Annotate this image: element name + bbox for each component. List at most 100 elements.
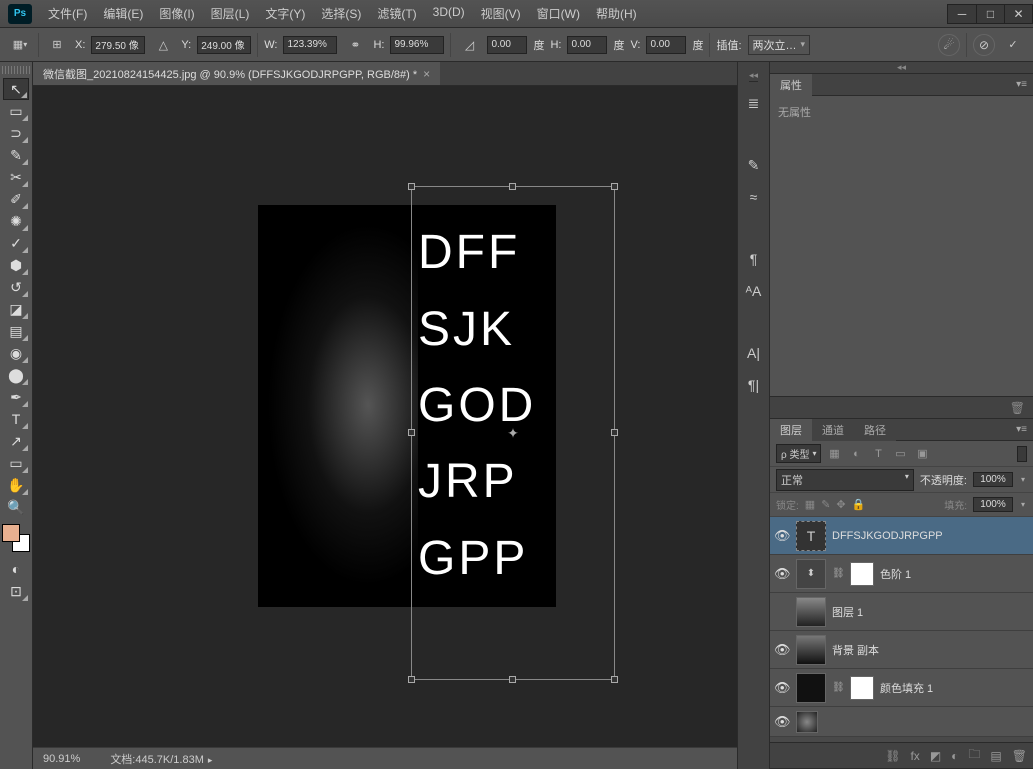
paragraph-icon[interactable]: ¶: [743, 248, 765, 270]
quick-select-tool[interactable]: ✎: [3, 144, 29, 166]
handle-bottom-right[interactable]: [611, 676, 618, 683]
panel-menu-icon[interactable]: ▾≡: [1010, 79, 1033, 90]
visibility-icon[interactable]: 👁: [774, 566, 790, 582]
menu-3d[interactable]: 3D(D): [425, 1, 473, 26]
marquee-tool[interactable]: ▭: [3, 100, 29, 122]
layer-thumbnail[interactable]: [796, 711, 818, 733]
adjustments-icon[interactable]: ≣: [743, 92, 765, 114]
color-swatches[interactable]: [2, 524, 30, 552]
layer-mask-thumbnail[interactable]: [850, 562, 874, 586]
blur-tool[interactable]: ◉: [3, 342, 29, 364]
layer-thumbnail[interactable]: T: [796, 521, 826, 551]
healing-tool[interactable]: ✺: [3, 210, 29, 232]
layer-name[interactable]: 色阶 1: [880, 566, 911, 582]
layer-row[interactable]: 👁 背景 副本: [770, 631, 1033, 669]
visibility-icon[interactable]: 👁: [774, 528, 790, 544]
gradient-tool[interactable]: ▤: [3, 320, 29, 342]
lock-all-icon[interactable]: 🔒: [852, 498, 866, 511]
filter-smart-icon[interactable]: ▣: [913, 445, 931, 463]
swap-xy-icon[interactable]: △: [151, 33, 175, 57]
eyedropper-tool[interactable]: ✐: [3, 188, 29, 210]
properties-tab[interactable]: 属性: [770, 74, 812, 96]
dock-collapse[interactable]: ◂◂: [749, 70, 758, 82]
lock-position-icon[interactable]: ✥: [836, 498, 845, 511]
delete-layer-icon[interactable]: 🗑: [1012, 749, 1027, 763]
skew-h-input[interactable]: [567, 36, 607, 54]
fx-icon[interactable]: fx: [910, 749, 919, 763]
handle-mid-left[interactable]: [408, 429, 415, 436]
eraser-tool[interactable]: ◪: [3, 298, 29, 320]
opacity-input[interactable]: 100%: [973, 472, 1013, 487]
layer-row[interactable]: 👁 T DFFSJKGODJRPGPP: [770, 517, 1033, 555]
interp-dropdown[interactable]: 两次立…: [748, 35, 811, 55]
new-layer-icon[interactable]: ▤: [990, 749, 1001, 763]
transform-bounding-box[interactable]: ✦: [411, 186, 615, 680]
cancel-transform-button[interactable]: ⊘: [973, 34, 995, 56]
fill-input[interactable]: 100%: [973, 497, 1013, 512]
panels-collapse[interactable]: ◂◂: [770, 62, 1033, 74]
toolbar-grip[interactable]: [2, 66, 30, 74]
layer-thumbnail[interactable]: [796, 597, 826, 627]
type-tool[interactable]: T: [3, 408, 29, 430]
new-adjustment-icon[interactable]: ◐: [951, 749, 958, 763]
handle-bottom-mid[interactable]: [509, 676, 516, 683]
document-tab[interactable]: 微信截图_20210824154425.jpg @ 90.9% (DFFSJKG…: [33, 62, 440, 85]
para-styles-icon[interactable]: ¶|: [743, 374, 765, 396]
dodge-tool[interactable]: ⬤: [3, 364, 29, 386]
opacity-dropdown-icon[interactable]: ▾: [1019, 475, 1027, 484]
link-wh-icon[interactable]: ⚭: [343, 33, 367, 57]
menu-window[interactable]: 窗口(W): [529, 1, 588, 26]
mask-link-icon[interactable]: ⛓: [832, 682, 844, 693]
menu-edit[interactable]: 编辑(E): [95, 1, 151, 26]
menu-view[interactable]: 视图(V): [473, 1, 529, 26]
add-mask-icon[interactable]: ◩: [930, 749, 941, 763]
handle-mid-right[interactable]: [611, 429, 618, 436]
layer-name[interactable]: DFFSJKGODJRPGPP: [832, 530, 943, 542]
layer-name[interactable]: 颜色填充 1: [880, 680, 933, 696]
character-icon[interactable]: A|: [743, 342, 765, 364]
mask-link-icon[interactable]: ⛓: [832, 568, 844, 579]
skew-v-input[interactable]: [646, 36, 686, 54]
paths-tab[interactable]: 路径: [854, 419, 896, 441]
history-brush-tool[interactable]: ↺: [3, 276, 29, 298]
warp-mode-icon[interactable]: ☄: [938, 34, 960, 56]
zoom-tool[interactable]: 🔍: [3, 496, 29, 518]
menu-image[interactable]: 图像(I): [151, 1, 202, 26]
y-input[interactable]: [197, 36, 251, 54]
layers-tab[interactable]: 图层: [770, 419, 812, 441]
shape-tool[interactable]: ▭: [3, 452, 29, 474]
reference-point-icon[interactable]: ⊞: [45, 33, 69, 57]
filter-kind-dropdown[interactable]: ρ 类型: [776, 444, 821, 463]
foreground-color[interactable]: [2, 524, 20, 542]
minimize-button[interactable]: ─: [948, 5, 976, 23]
filter-shape-icon[interactable]: ▭: [891, 445, 909, 463]
menu-help[interactable]: 帮助(H): [588, 1, 645, 26]
screen-mode-tool[interactable]: ⊡: [3, 580, 29, 602]
layer-row[interactable]: 👁: [770, 707, 1033, 737]
new-group-icon[interactable]: 🗀: [968, 745, 980, 766]
hand-tool[interactable]: ✋: [3, 474, 29, 496]
visibility-icon[interactable]: 👁: [774, 642, 790, 658]
blend-mode-dropdown[interactable]: 正常: [776, 469, 914, 491]
brushes-icon[interactable]: ≈: [743, 186, 765, 208]
filter-adjust-icon[interactable]: ◐: [847, 445, 865, 463]
handle-top-left[interactable]: [408, 183, 415, 190]
doc-info[interactable]: 文档:445.7K/1.83M▸: [110, 751, 212, 767]
x-input[interactable]: [91, 36, 145, 54]
layer-row[interactable]: 👁 图层 1: [770, 593, 1033, 631]
maximize-button[interactable]: □: [976, 5, 1004, 23]
trash-icon[interactable]: 🗑: [1010, 401, 1025, 415]
h-input[interactable]: [390, 36, 444, 54]
char-styles-icon[interactable]: ᴬA: [743, 280, 765, 302]
menu-type[interactable]: 文字(Y): [257, 1, 313, 26]
layer-name[interactable]: 背景 副本: [832, 642, 879, 658]
close-tab-icon[interactable]: ×: [423, 67, 430, 81]
layer-row[interactable]: 👁 ⛓ 颜色填充 1: [770, 669, 1033, 707]
menu-filter[interactable]: 滤镜(T): [369, 1, 424, 26]
brush-tool[interactable]: ✓: [3, 232, 29, 254]
close-button[interactable]: ✕: [1004, 5, 1032, 23]
menu-file[interactable]: 文件(F): [40, 1, 95, 26]
visibility-icon[interactable]: 👁: [774, 680, 790, 696]
layer-thumbnail[interactable]: [796, 635, 826, 665]
channels-tab[interactable]: 通道: [812, 419, 854, 441]
